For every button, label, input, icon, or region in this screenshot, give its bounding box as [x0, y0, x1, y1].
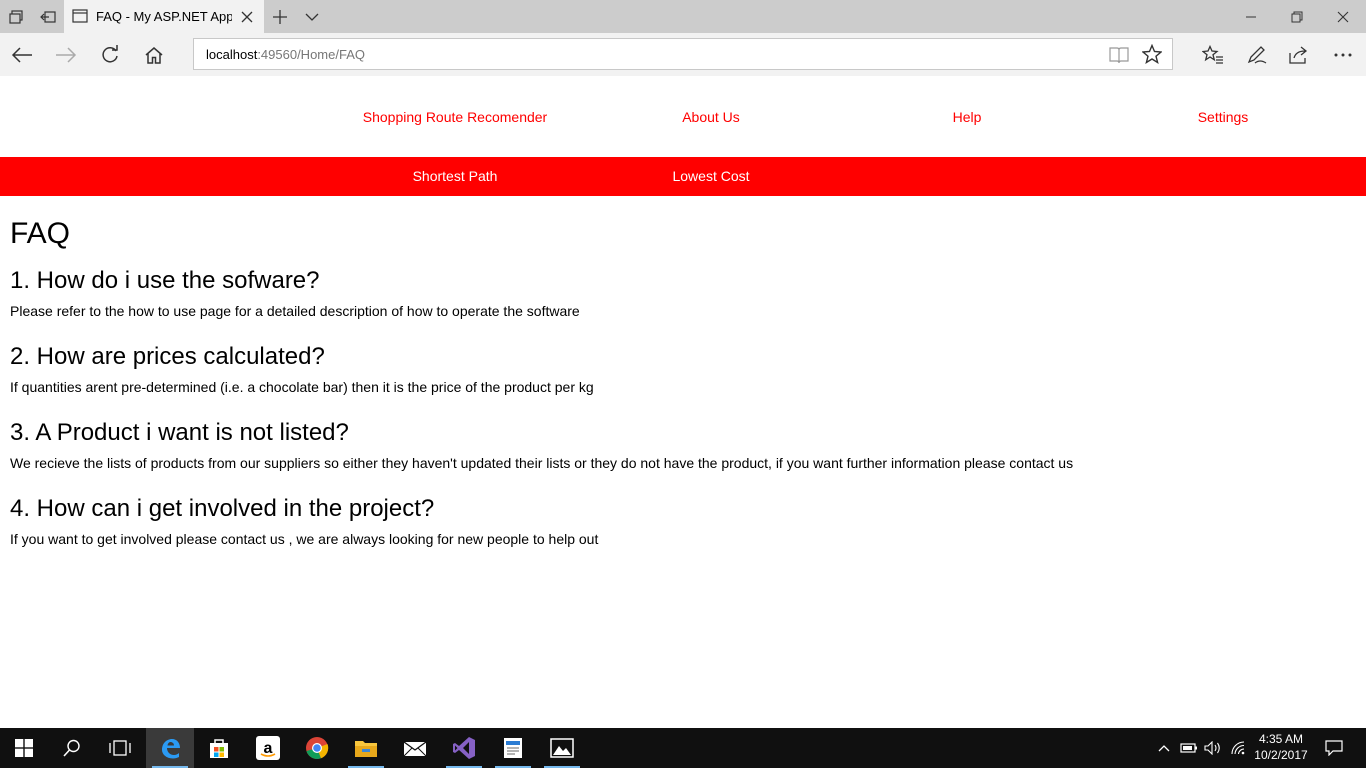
search-icon[interactable] — [48, 728, 96, 768]
tab-list-chevron-icon[interactable] — [296, 0, 328, 33]
restore-icon[interactable] — [1274, 0, 1320, 33]
url-input[interactable]: localhost:49560/Home/FAQ — [193, 38, 1173, 70]
faq-question-4: 4. How can i get involved in the project… — [10, 495, 435, 522]
back-arrow-icon[interactable] — [0, 33, 44, 76]
more-options-icon[interactable] — [1321, 33, 1365, 76]
nav-link-about-us[interactable]: About Us — [682, 109, 740, 125]
forward-arrow-icon[interactable] — [44, 33, 88, 76]
share-icon[interactable] — [1277, 33, 1321, 76]
battery-icon[interactable] — [1178, 728, 1200, 768]
browser-tab-bar: FAQ - My ASP.NET Appl — [0, 0, 1366, 33]
tab-preview-icon[interactable] — [0, 0, 32, 33]
taskbar: a 4:35 AM 10/2/2017 — [0, 728, 1366, 768]
store-icon[interactable] — [195, 728, 243, 768]
faq-content: FAQ 1. How do i use the sofware? Please … — [10, 215, 1350, 570]
tab-close-icon[interactable] — [238, 8, 256, 26]
page-title: FAQ — [10, 217, 71, 250]
edge-browser-icon[interactable] — [146, 728, 194, 768]
clock-date: 10/2/2017 — [1254, 748, 1308, 762]
favorite-star-icon[interactable] — [1142, 44, 1162, 64]
subnav-link-lowest-cost[interactable]: Lowest Cost — [672, 168, 749, 184]
page-icon — [72, 9, 88, 23]
url-text: localhost:49560/Home/FAQ — [206, 47, 365, 62]
reading-view-icon[interactable] — [1108, 45, 1130, 65]
active-tab[interactable]: FAQ - My ASP.NET Appl — [64, 0, 264, 33]
sub-navigation-bar: Shortest Path Lowest Cost — [0, 157, 1366, 196]
file-explorer-icon[interactable] — [342, 728, 390, 768]
volume-icon[interactable] — [1202, 728, 1224, 768]
clock-time: 4:35 AM — [1258, 732, 1304, 746]
minimize-icon[interactable] — [1228, 0, 1274, 33]
task-view-icon[interactable] — [96, 728, 144, 768]
address-toolbar: localhost:49560/Home/FAQ — [0, 33, 1366, 76]
nav-link-shopping-route-recomender[interactable]: Shopping Route Recomender — [363, 109, 547, 125]
svg-text:a: a — [264, 740, 273, 757]
faq-question-1: 1. How do i use the sofware? — [10, 267, 320, 294]
top-navigation: Shopping Route Recomender About Us Help … — [0, 76, 1366, 157]
web-note-pen-icon[interactable] — [1235, 33, 1279, 76]
faq-answer-3: We recieve the lists of products from ou… — [10, 455, 1074, 471]
system-clock[interactable]: 4:35 AM 10/2/2017 — [1250, 731, 1312, 763]
faq-answer-1: Please refer to the how to use page for … — [10, 303, 580, 319]
action-center-icon[interactable] — [1318, 728, 1350, 768]
faq-question-3: 3. A Product i want is not listed? — [10, 419, 349, 446]
wifi-icon[interactable] — [1227, 728, 1249, 768]
show-hidden-icons-chevron-icon[interactable] — [1154, 728, 1174, 768]
close-window-icon[interactable] — [1320, 0, 1366, 33]
visual-studio-icon[interactable] — [440, 728, 488, 768]
subnav-link-shortest-path[interactable]: Shortest Path — [413, 168, 498, 184]
chrome-icon[interactable] — [293, 728, 341, 768]
mail-icon[interactable] — [391, 728, 439, 768]
set-aside-tabs-icon[interactable] — [32, 0, 64, 33]
new-tab-icon[interactable] — [264, 0, 296, 33]
home-icon[interactable] — [132, 33, 176, 76]
refresh-icon[interactable] — [88, 33, 132, 76]
windows-start-icon[interactable] — [0, 728, 48, 768]
page-viewport: Shopping Route Recomender About Us Help … — [0, 76, 1366, 728]
favorites-hub-icon[interactable] — [1191, 33, 1235, 76]
nav-link-help[interactable]: Help — [953, 109, 982, 125]
faq-question-2: 2. How are prices calculated? — [10, 343, 325, 370]
nav-link-settings[interactable]: Settings — [1198, 109, 1249, 125]
faq-answer-4: If you want to get involved please conta… — [10, 531, 599, 547]
faq-answer-2: If quantities arent pre-determined (i.e.… — [10, 379, 594, 395]
amazon-icon[interactable]: a — [244, 728, 292, 768]
document-app-icon[interactable] — [489, 728, 537, 768]
photos-icon[interactable] — [538, 728, 586, 768]
tab-title: FAQ - My ASP.NET Appl — [96, 9, 232, 24]
